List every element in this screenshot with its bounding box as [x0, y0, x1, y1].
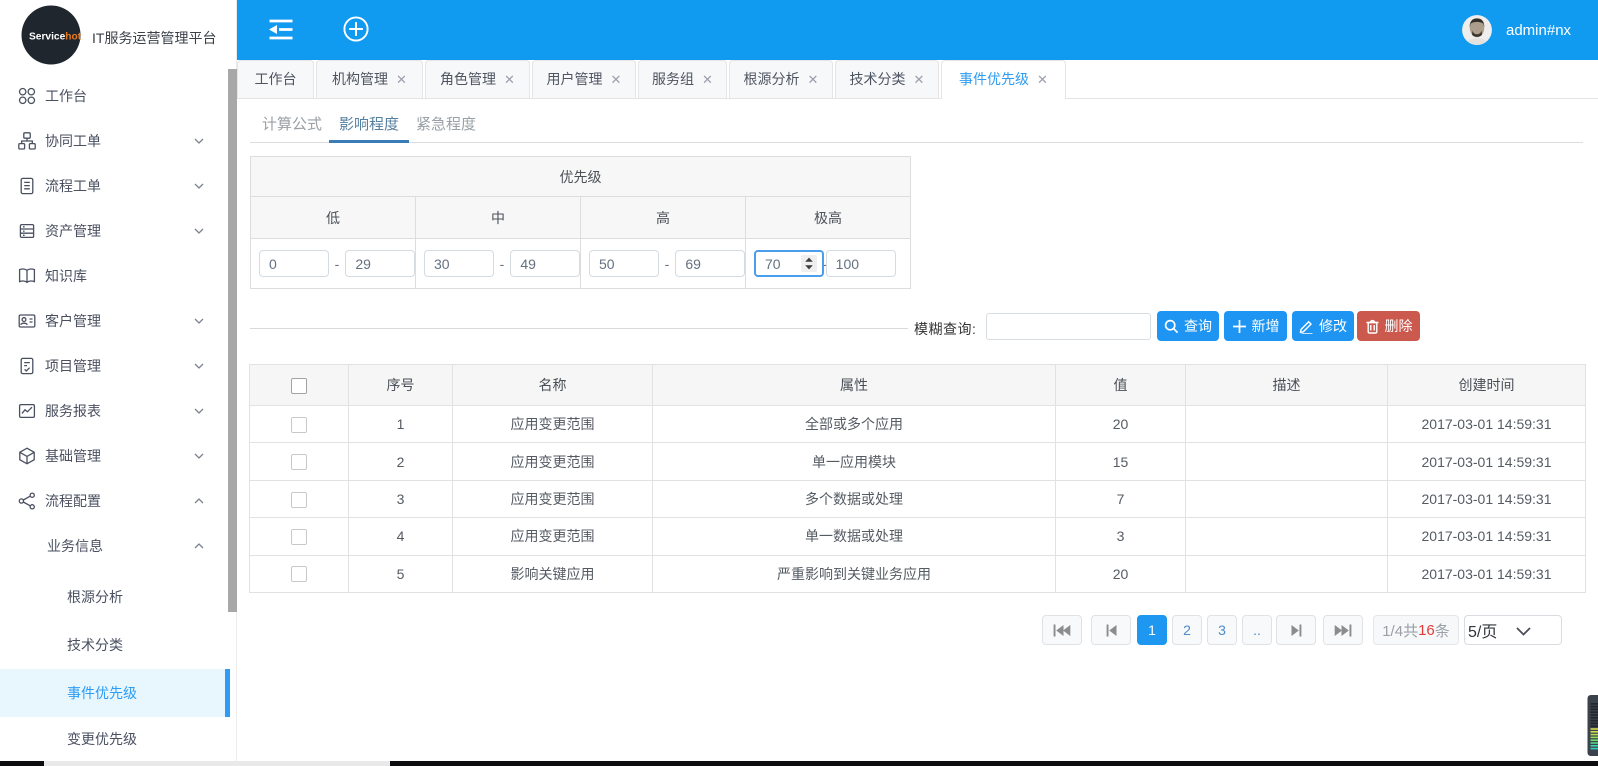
svg-text:Servicehot®: Servicehot®	[29, 31, 81, 43]
